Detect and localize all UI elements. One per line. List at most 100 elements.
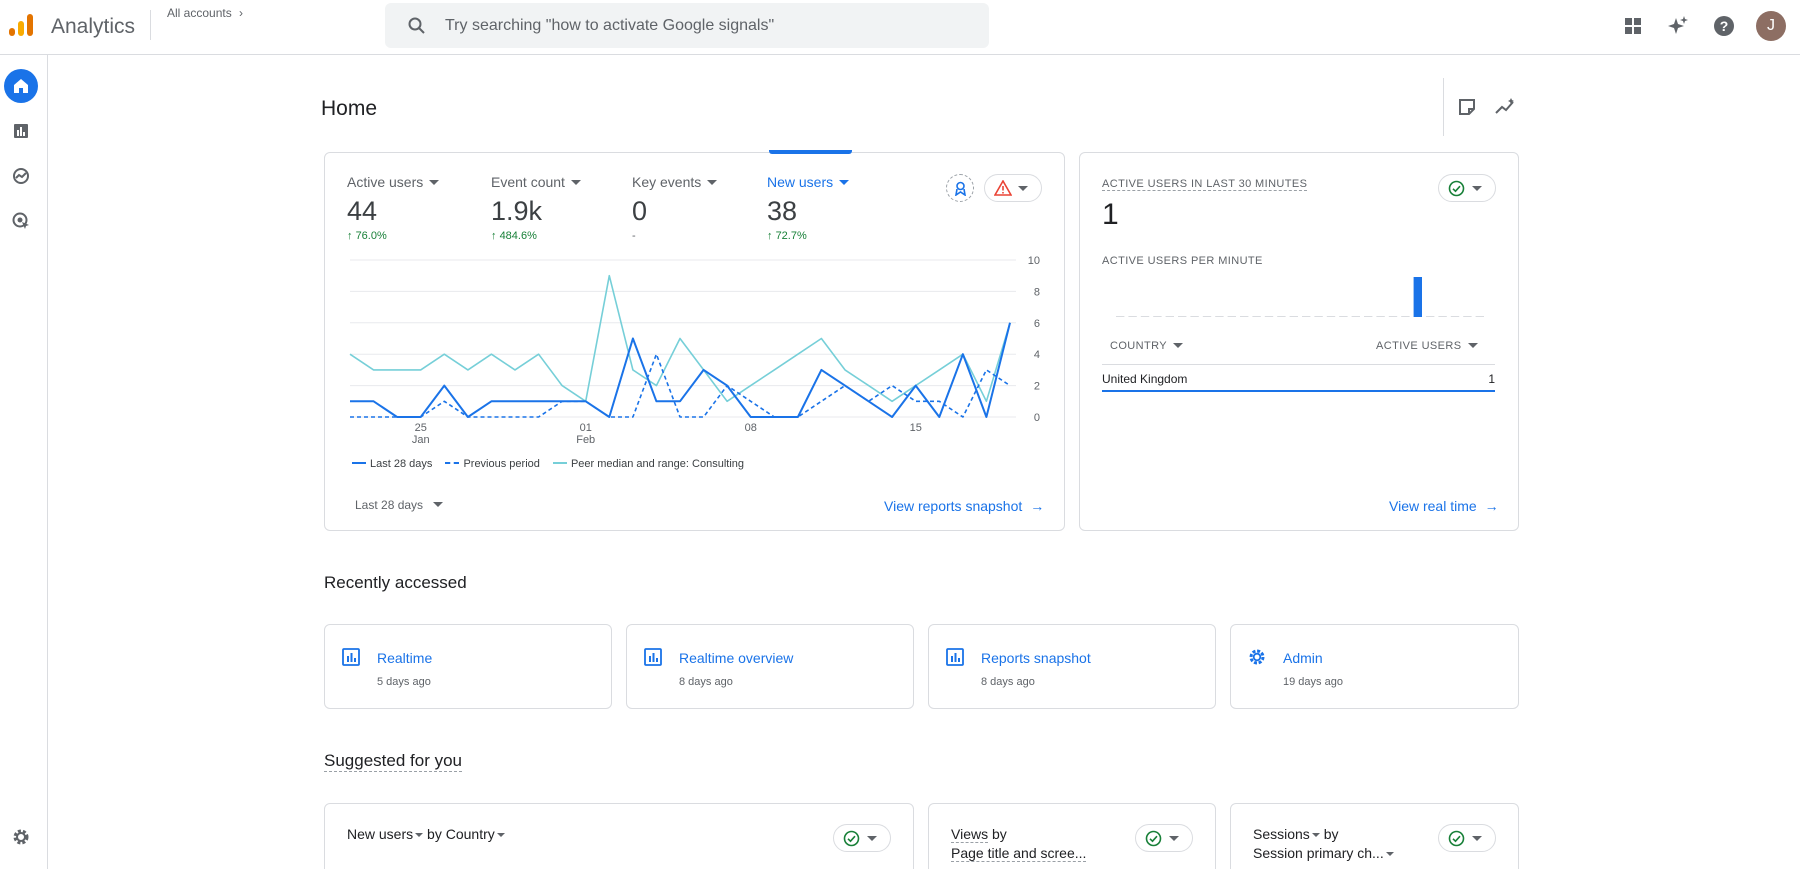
suggested-card-title[interactable]: New users by Country	[347, 825, 505, 844]
dimension-selector[interactable]: Page title and scree...	[951, 845, 1087, 862]
card-status-dropdown[interactable]	[1135, 824, 1193, 852]
caret-down-icon	[429, 180, 440, 185]
caret-down-icon	[1472, 186, 1482, 191]
recently-accessed-title: Recently accessed	[324, 573, 467, 592]
x-tick-label: 01	[580, 422, 592, 434]
minute-bar	[1153, 316, 1162, 317]
recent-item-name: Realtime	[377, 650, 433, 666]
top-bar: Analytics All accounts › Try searching "…	[0, 0, 1800, 55]
nav-advertising[interactable]	[4, 204, 38, 238]
view-reports-snapshot-link[interactable]: View reports snapshot →	[884, 498, 1044, 514]
recent-item-time: 5 days ago	[377, 676, 431, 688]
recent-card-realtime[interactable]: Realtime 5 days ago	[324, 624, 612, 709]
metric-active-users[interactable]: Active users 44 ↑ 76.0%	[347, 174, 440, 242]
realtime-status-dropdown[interactable]	[1438, 174, 1496, 202]
report-icon	[342, 648, 360, 666]
selected-tab-indicator	[769, 150, 852, 154]
nav-reports[interactable]	[4, 114, 38, 148]
all-accounts-label: All accounts	[167, 6, 232, 20]
caret-down-icon	[1018, 186, 1028, 191]
data-quality-dropdown[interactable]	[984, 174, 1042, 202]
recent-card-reports-snapshot[interactable]: Reports snapshot 8 days ago	[928, 624, 1216, 709]
minute-bar	[1302, 316, 1311, 317]
card-status-dropdown[interactable]	[1438, 824, 1496, 852]
caret-down-icon	[570, 180, 581, 185]
nav-home[interactable]	[4, 69, 38, 103]
all-accounts-link[interactable]: All accounts ›	[167, 6, 243, 20]
minute-bar	[1140, 316, 1150, 317]
recent-item-name: Reports snapshot	[981, 650, 1091, 666]
analytics-logo-icon[interactable]	[7, 12, 35, 38]
minute-bar	[1240, 316, 1249, 317]
x-tick-label: 25	[415, 422, 427, 434]
apps-grid-icon[interactable]	[1621, 14, 1645, 38]
recent-card-admin[interactable]: Admin 19 days ago	[1230, 624, 1519, 709]
per-minute-label: ACTIVE USERS PER MINUTE	[1102, 255, 1263, 267]
metric-event-count[interactable]: Event count 1.9k ↑ 484.6%	[491, 174, 581, 242]
y-tick-label: 0	[1034, 412, 1040, 424]
metric-value: 44	[347, 196, 378, 226]
suggested-title[interactable]: Suggested for you	[324, 751, 462, 772]
metric-label: Active users	[347, 174, 424, 190]
search-bar[interactable]: Try searching "how to activate Google si…	[385, 3, 989, 48]
recent-card-realtime-overview[interactable]: Realtime overview 8 days ago	[626, 624, 914, 709]
minute-bar	[1475, 316, 1484, 317]
metric-change: 76.0%	[355, 230, 387, 242]
recent-item-name: Admin	[1283, 650, 1323, 666]
notes-icon[interactable]	[1456, 96, 1478, 118]
warning-icon	[994, 180, 1012, 196]
home-icon	[14, 79, 28, 93]
minute-bar	[1463, 316, 1472, 317]
insights-icon[interactable]	[1494, 96, 1516, 118]
country-cell: United Kingdom	[1102, 372, 1188, 386]
caret-down-icon	[415, 833, 424, 837]
help-icon[interactable]: ?	[1712, 14, 1736, 38]
account-avatar[interactable]: J	[1756, 11, 1786, 41]
caret-down-icon	[433, 502, 444, 507]
metric-label: Event count	[491, 174, 565, 190]
check-circle-icon	[843, 830, 860, 847]
suggested-card-title[interactable]: Views by Page title and scree...	[951, 825, 1087, 863]
view-real-time-link[interactable]: View real time →	[1389, 498, 1499, 514]
overview-line-chart: 0 2 4 6 8 10 25Jan 01Feb 08 15	[349, 255, 1040, 446]
caret-down-icon	[1472, 836, 1482, 841]
card-status-dropdown[interactable]	[833, 824, 891, 852]
recent-item-time: 19 days ago	[1283, 676, 1343, 688]
table-row[interactable]: United Kingdom 1	[1102, 365, 1495, 393]
benchmark-button[interactable]	[946, 174, 974, 202]
sparkle-insights-icon[interactable]	[1666, 14, 1690, 38]
header-divider	[1443, 78, 1444, 136]
dimension-selector[interactable]: Country	[446, 826, 495, 842]
link-label: View real time	[1389, 498, 1477, 514]
metric-selector[interactable]: Sessions	[1253, 826, 1310, 842]
legend-label: Last 28 days	[370, 458, 433, 470]
date-range-dropdown[interactable]: Last 28 days	[355, 498, 444, 512]
dimension-selector[interactable]: Session primary ch...	[1253, 845, 1384, 861]
country-column-header[interactable]: COUNTRY	[1110, 340, 1183, 352]
minute-bar	[1190, 316, 1199, 317]
metric-selector[interactable]: New users	[347, 826, 413, 842]
check-circle-icon	[1448, 180, 1465, 197]
series-line-0	[350, 322, 1011, 418]
metric-change: -	[632, 230, 636, 242]
minute-bar	[1413, 277, 1422, 317]
recent-item-time: 8 days ago	[981, 676, 1035, 688]
search-placeholder: Try searching "how to activate Google si…	[445, 17, 775, 34]
check-circle-icon	[1448, 830, 1465, 847]
metric-selector[interactable]: Views	[951, 826, 989, 843]
metric-new-users[interactable]: New users 38 ↑ 72.7%	[767, 174, 850, 242]
suggested-card-title[interactable]: Sessions by Session primary ch...	[1253, 825, 1394, 863]
advertising-icon	[12, 212, 29, 229]
legend-swatch	[352, 462, 366, 464]
nav-admin[interactable]	[4, 820, 38, 854]
metric-key-events[interactable]: Key events 0 -	[632, 174, 718, 242]
x-tick-sublabel: Feb	[576, 434, 595, 446]
minute-bar	[1227, 316, 1236, 317]
nav-explore[interactable]	[4, 159, 38, 193]
active-users-column-header[interactable]: ACTIVE USERS	[1376, 340, 1478, 352]
recent-item-name: Realtime overview	[679, 650, 794, 666]
y-tick-label: 6	[1034, 318, 1040, 330]
minute-bar	[1401, 316, 1410, 317]
caret-down-icon	[1173, 343, 1183, 348]
minute-bar	[1438, 316, 1447, 317]
